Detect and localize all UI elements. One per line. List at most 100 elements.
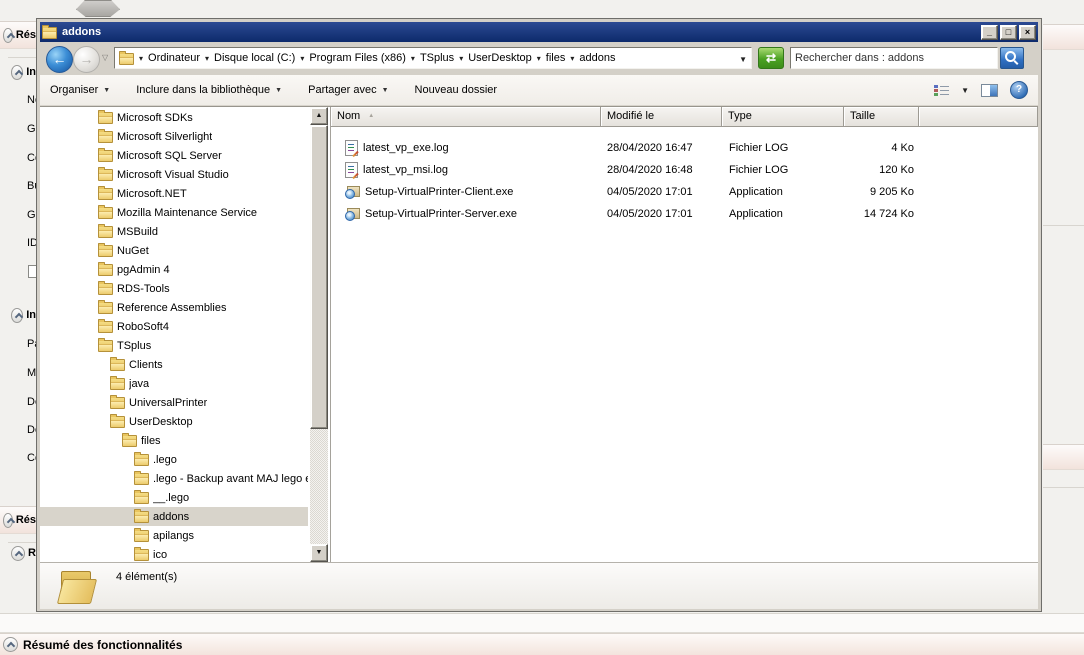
scroll-up-button[interactable]: ▲ [310, 107, 328, 125]
folder-icon [98, 264, 113, 276]
tree-item[interactable]: Microsoft Silverlight [40, 127, 308, 146]
tree-item[interactable]: .lego - Backup avant MAJ lego ex [40, 469, 308, 488]
maximize-button[interactable]: □ [1000, 25, 1017, 40]
folder-icon [98, 283, 113, 295]
column-header[interactable] [919, 107, 1038, 127]
tree-item-label: __.lego [153, 492, 189, 504]
breadcrumb-separator-icon: ▾ [459, 54, 463, 63]
breadcrumb-item[interactable]: Ordinateur [148, 52, 200, 64]
tree-item[interactable]: MSBuild [40, 222, 308, 241]
tree-item[interactable]: .lego [40, 450, 308, 469]
chevron-up-icon [3, 637, 18, 652]
breadcrumb-item[interactable]: UserDesktop [468, 52, 532, 64]
file-row[interactable]: latest_vp_exe.log28/04/2020 16:47Fichier… [331, 137, 1038, 159]
search-input[interactable] [791, 48, 997, 68]
nav-history-dropdown-icon[interactable]: ▽ [102, 53, 108, 62]
minimize-button[interactable]: _ [981, 25, 998, 40]
setup-installer-icon [345, 185, 360, 199]
file-modified: 04/05/2020 17:01 [607, 181, 722, 203]
tree-item[interactable]: Microsoft SDKs [40, 108, 308, 127]
toolbar-item[interactable]: Organiser▼ [50, 84, 110, 96]
window-folder-icon [42, 27, 57, 39]
tree-item[interactable]: Microsoft.NET [40, 184, 308, 203]
file-row[interactable]: Setup-VirtualPrinter-Client.exe04/05/202… [331, 181, 1038, 203]
breadcrumb-item[interactable]: Disque local (C:) [214, 52, 295, 64]
checkbox[interactable] [28, 265, 36, 278]
views-dropdown-icon[interactable]: ▼ [961, 86, 969, 95]
tree-item[interactable]: __.lego [40, 488, 308, 507]
tree-item[interactable]: UserDesktop [40, 412, 308, 431]
breadcrumb-item[interactable]: addons [579, 52, 615, 64]
address-bar: ← → ▽ ▾Ordinateur▾Disque local (C:)▾Prog… [40, 42, 1038, 75]
folder-icon [98, 169, 113, 181]
section-title: Rés [16, 514, 36, 526]
close-button[interactable]: × [1019, 25, 1036, 40]
background-section-header[interactable]: Rés [0, 506, 36, 534]
tree-item[interactable]: addons [40, 507, 308, 526]
file-size: 14 724 Ko [834, 203, 914, 225]
column-header[interactable]: Modifié le [601, 107, 722, 127]
tree-item-label: RoboSoft4 [117, 321, 169, 333]
tree-item[interactable]: RoboSoft4 [40, 317, 308, 336]
breadcrumb-item[interactable]: Program Files (x86) [309, 52, 406, 64]
tree-item-label: ico [153, 549, 167, 561]
toolbar-item[interactable]: Partager avec▼ [308, 84, 388, 96]
tree-item[interactable]: RDS-Tools [40, 279, 308, 298]
window-titlebar[interactable]: addons _ □ × [40, 22, 1038, 42]
tree-item[interactable]: ico [40, 545, 308, 562]
toolbar-item[interactable]: Nouveau dossier [415, 84, 498, 96]
folder-icon [98, 112, 113, 124]
tree-item[interactable]: Mozilla Maintenance Service [40, 203, 308, 222]
address-history-icon[interactable]: ▼ [739, 55, 747, 64]
scrollbar-thumb[interactable] [310, 125, 328, 429]
search-button[interactable] [1000, 47, 1024, 69]
chevron-up-icon [11, 546, 25, 561]
file-name: Setup-VirtualPrinter-Server.exe [365, 208, 517, 220]
tree-item[interactable]: NuGet [40, 241, 308, 260]
column-header[interactable]: Type [722, 107, 844, 127]
scroll-down-button[interactable]: ▼ [310, 544, 328, 562]
background-section-header[interactable]: Résumé des fonctionnalités [0, 633, 1084, 655]
section-title: Résumé des fonctionnalités [23, 638, 182, 652]
column-header-label: Type [728, 110, 752, 122]
file-row[interactable]: latest_vp_msi.log28/04/2020 16:48Fichier… [331, 159, 1038, 181]
tree-item[interactable]: Clients [40, 355, 308, 374]
tree-scrollbar[interactable]: ▲ ▼ [310, 107, 328, 562]
tree-item[interactable]: apilangs [40, 526, 308, 545]
refresh-button[interactable]: ⇄ [758, 47, 784, 69]
sort-ascending-icon: ▲ [368, 113, 374, 119]
toolbar-item-label: Nouveau dossier [415, 84, 498, 96]
tree-item[interactable]: pgAdmin 4 [40, 260, 308, 279]
tree-item-label: Microsoft SDKs [117, 112, 193, 124]
tree-item[interactable]: UniversalPrinter [40, 393, 308, 412]
back-button[interactable]: ← [46, 46, 73, 73]
tree-item[interactable]: java [40, 374, 308, 393]
toolbar-item[interactable]: Inclure dans la bibliothèque▼ [136, 84, 282, 96]
selected-folder-icon [58, 568, 100, 604]
tree-item[interactable]: Microsoft Visual Studio [40, 165, 308, 184]
views-icon[interactable] [934, 85, 949, 96]
column-header[interactable]: Nom▲ [331, 107, 601, 127]
breadcrumb-item[interactable]: TSplus [420, 52, 454, 64]
address-breadcrumb-box[interactable]: ▾Ordinateur▾Disque local (C:)▾Program Fi… [114, 47, 752, 69]
menu-arrow-icon: ▼ [275, 87, 282, 94]
help-icon[interactable]: ? [1010, 81, 1028, 99]
background-section-header[interactable]: Rés [0, 21, 36, 49]
file-name-cell: latest_vp_msi.log [345, 159, 597, 181]
forward-button[interactable]: → [73, 46, 100, 73]
background-subsection-header[interactable]: R [11, 545, 36, 561]
file-size: 9 205 Ko [834, 181, 914, 203]
tree-item[interactable]: files [40, 431, 308, 450]
column-header[interactable]: Taille [844, 107, 919, 127]
tree-item[interactable]: TSplus [40, 336, 308, 355]
form-field-label: Co [27, 152, 36, 164]
file-row[interactable]: Setup-VirtualPrinter-Server.exe 04/05/202… [331, 203, 1038, 225]
preview-pane-icon[interactable] [981, 84, 998, 97]
background-subsection-header[interactable]: In [11, 307, 36, 323]
breadcrumb-item[interactable]: files [546, 52, 566, 64]
tree-item[interactable]: Microsoft SQL Server [40, 146, 308, 165]
folder-icon [134, 511, 149, 523]
tree-item[interactable]: Reference Assemblies [40, 298, 308, 317]
background-subsection-header[interactable]: In [11, 64, 36, 80]
file-modified: 04/05/2020 17:01 [607, 203, 722, 225]
